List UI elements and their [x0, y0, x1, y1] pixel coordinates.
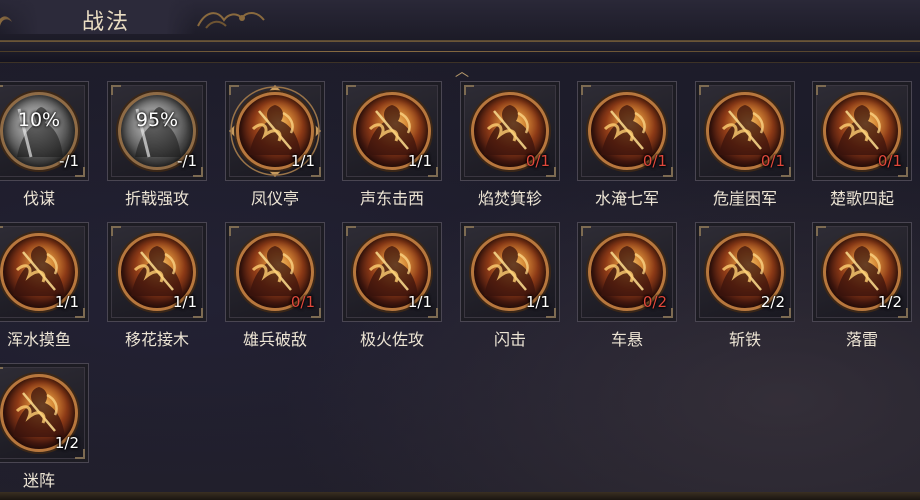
skill-name: 雄兵破敌 [242, 330, 307, 349]
skill-name: 浑水摸鱼 [6, 330, 71, 349]
skill-count: -/1 [58, 152, 79, 170]
skill-card[interactable]: 1/2 迷阵 [0, 363, 89, 493]
skill-name: 危崖困军 [712, 189, 777, 208]
skill-name: 落雷 [845, 330, 878, 349]
skill-name: 水淹七军 [594, 189, 659, 208]
skill-card[interactable]: 1/1 凤仪亭 [225, 81, 325, 211]
skill-card[interactable]: 10% -/1 伐谋 [0, 81, 89, 211]
skill-count: 1/1 [54, 293, 79, 311]
skill-name: 楚歌四起 [829, 189, 894, 208]
skill-count: 1/1 [172, 293, 197, 311]
skill-count: -/1 [176, 152, 197, 170]
skill-count: 2/2 [760, 293, 785, 311]
skill-count: 0/2 [642, 293, 667, 311]
skill-count: 1/1 [407, 293, 432, 311]
skill-card[interactable]: 2/2 斩铁 [695, 222, 795, 352]
skill-card[interactable]: 1/1 移花接木 [107, 222, 207, 352]
skill-card[interactable]: 0/1 雄兵破敌 [225, 222, 325, 352]
skill-count: 1/1 [290, 152, 315, 170]
chevron-up-icon[interactable]: ︿ [452, 65, 472, 79]
skill-count: 1/1 [525, 293, 550, 311]
skill-card[interactable]: 0/1 危崖困军 [695, 81, 795, 211]
skill-card[interactable]: 1/1 闪击 [460, 222, 560, 352]
skill-name: 斩铁 [728, 330, 761, 349]
cloud-ornament-icon [197, 12, 265, 29]
skill-card[interactable]: 0/1 水淹七军 [577, 81, 677, 211]
page-title: 战法 [82, 10, 131, 35]
skill-card[interactable]: 1/2 落雷 [812, 222, 912, 352]
skill-count: 0/1 [290, 293, 315, 311]
skill-name: 伐谋 [22, 189, 55, 208]
skill-count: 1/2 [877, 293, 902, 311]
skill-name: 车悬 [610, 330, 643, 349]
tactics-screen: 战法 ︿ 10% -/1 伐谋 95% -/1 折戟强攻 1/1 凤仪亭 1/1 声东击西 0/1 焰… [0, 0, 920, 500]
header-bar: 战法 [0, 0, 920, 41]
skill-count: 0/1 [525, 152, 550, 170]
skill-card[interactable]: 0/1 楚歌四起 [812, 81, 912, 211]
skill-count: 1/1 [407, 152, 432, 170]
skill-count: 1/2 [54, 434, 79, 452]
skill-card[interactable]: 1/1 浑水摸鱼 [0, 222, 89, 352]
skill-card[interactable]: 95% -/1 折戟强攻 [107, 81, 207, 211]
progress-percent: 10% [17, 109, 61, 131]
skill-name: 焰焚箕轸 [477, 189, 542, 208]
skill-card[interactable]: 1/1 极火佐攻 [342, 222, 442, 352]
skill-card[interactable]: 0/2 车悬 [577, 222, 677, 352]
bottom-divider [0, 492, 920, 500]
skill-name: 移花接木 [124, 330, 189, 349]
skill-card[interactable]: 1/1 声东击西 [342, 81, 442, 211]
skill-count: 0/1 [642, 152, 667, 170]
progress-percent: 95% [135, 109, 179, 131]
skill-name: 凤仪亭 [250, 189, 299, 208]
skill-name: 折戟强攻 [124, 189, 189, 208]
skill-name: 迷阵 [22, 471, 55, 490]
skill-name: 极火佐攻 [359, 330, 424, 349]
header-divider [0, 41, 920, 63]
skill-card[interactable]: 0/1 焰焚箕轸 [460, 81, 560, 211]
skill-name: 闪击 [493, 330, 526, 349]
skill-count: 0/1 [877, 152, 902, 170]
skill-count: 0/1 [760, 152, 785, 170]
skill-name: 声东击西 [359, 189, 424, 208]
